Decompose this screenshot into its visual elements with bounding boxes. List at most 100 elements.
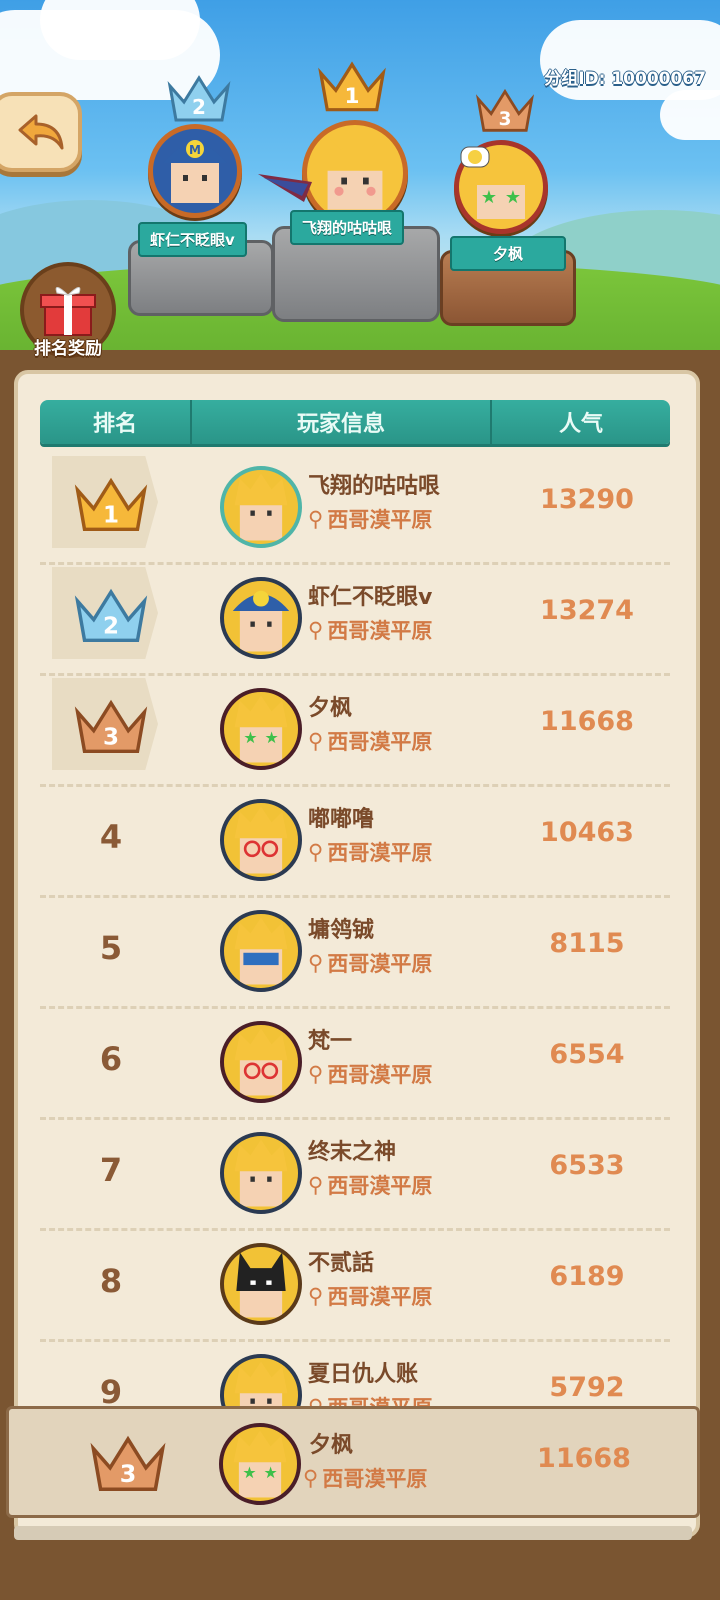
table-row[interactable]: 8 不贰話 ⚲ 西哥漠平原 6189 bbox=[40, 1231, 670, 1342]
table-row[interactable]: 6 梵一 ⚲ 西哥漠平原 6554 bbox=[40, 1009, 670, 1120]
player-name: 不贰話 bbox=[308, 1251, 375, 1276]
player-avatar[interactable] bbox=[220, 799, 302, 881]
rank-number: 5 bbox=[99, 929, 123, 967]
location-pin-icon: ⚲ bbox=[308, 618, 324, 642]
player-avatar[interactable] bbox=[220, 910, 302, 992]
location-pin-icon: ⚲ bbox=[303, 1466, 319, 1490]
player-location: ⚲西哥漠平原 bbox=[308, 615, 432, 645]
table-row[interactable]: 5 墉鸰铖 ⚲ 西哥漠平原 8115 bbox=[40, 898, 670, 1009]
location-text: 西哥漠平原 bbox=[327, 1285, 433, 1309]
svg-text:★: ★ bbox=[243, 728, 257, 747]
player-avatar[interactable]: ★ ★ bbox=[220, 688, 302, 770]
svg-text:2: 2 bbox=[103, 613, 119, 639]
third-place-name: 夕枫 bbox=[450, 236, 566, 271]
player-name: 墉鸰铖 bbox=[308, 918, 375, 943]
rank-number: 6 bbox=[99, 1040, 123, 1078]
svg-text:3: 3 bbox=[120, 1460, 137, 1488]
gold-crown-icon: 1 bbox=[316, 58, 388, 118]
my-avatar[interactable]: ★ ★ bbox=[219, 1423, 301, 1505]
my-location: ⚲ 西哥漠平原 bbox=[303, 1463, 427, 1493]
back-arrow-icon bbox=[18, 114, 64, 150]
player-avatar[interactable] bbox=[220, 577, 302, 659]
leaderboard-list: 1 飞翔的咕咕哏 ⚲ 西哥漠平原 13290 2 虾仁不眨眼v ⚲ 西哥漠平原 13… bbox=[40, 454, 670, 1453]
popularity-value: 13290 bbox=[540, 484, 634, 515]
table-header: 排名 玩家信息 人气 bbox=[40, 400, 670, 444]
popularity-value: 11668 bbox=[540, 706, 634, 737]
bronze-crown-icon: 3 bbox=[52, 678, 170, 774]
player-location: ⚲西哥漠平原 bbox=[308, 948, 432, 978]
player-name: 虾仁不眨眼v bbox=[308, 585, 433, 610]
location-pin-icon: ⚲ bbox=[308, 1173, 324, 1197]
my-name: 夕枫 bbox=[309, 1433, 354, 1458]
first-place-name: 飞翔的咕咕哏 bbox=[290, 210, 405, 245]
table-row[interactable]: 1 飞翔的咕咕哏 ⚲ 西哥漠平原 13290 bbox=[40, 454, 670, 565]
player-location: ⚲西哥漠平原 bbox=[308, 837, 432, 867]
player-avatar[interactable] bbox=[220, 1243, 302, 1325]
player-avatar[interactable] bbox=[220, 1132, 302, 1214]
location-text: 西哥漠平原 bbox=[322, 1467, 428, 1491]
back-button[interactable] bbox=[0, 92, 82, 172]
svg-text:★: ★ bbox=[242, 1463, 256, 1482]
ranking-reward-label: 排名奖励 bbox=[34, 339, 102, 359]
cloud bbox=[660, 90, 720, 140]
player-avatar[interactable] bbox=[220, 1021, 302, 1103]
blue-cap-hero-avatar[interactable]: M bbox=[148, 124, 242, 218]
location-text: 西哥漠平原 bbox=[327, 841, 433, 865]
gold-crown-icon: 1 bbox=[52, 456, 170, 552]
cloud bbox=[40, 0, 200, 60]
popularity-value: 6189 bbox=[549, 1261, 625, 1292]
location-text: 西哥漠平原 bbox=[327, 508, 433, 532]
table-row[interactable]: 7 终末之神 ⚲ 西哥漠平原 6533 bbox=[40, 1120, 670, 1231]
popularity-value: 6533 bbox=[549, 1150, 625, 1181]
rank-number: 7 bbox=[99, 1151, 123, 1189]
location-text: 西哥漠平原 bbox=[327, 1063, 433, 1087]
svg-text:1: 1 bbox=[345, 84, 360, 109]
silver-crown-icon: 2 bbox=[166, 72, 232, 128]
location-text: 西哥漠平原 bbox=[327, 730, 433, 754]
table-row[interactable]: 4 嘟嘟噜 ⚲ 西哥漠平原 10463 bbox=[40, 787, 670, 898]
location-pin-icon: ⚲ bbox=[308, 840, 324, 864]
player-name: 梵一 bbox=[308, 1029, 353, 1054]
player-name: 嘟嘟噜 bbox=[308, 807, 375, 832]
bronze-crown-icon: 3 bbox=[474, 86, 536, 138]
popularity-value: 8115 bbox=[549, 928, 625, 959]
player-name: 飞翔的咕咕哏 bbox=[308, 474, 441, 499]
player-location: ⚲西哥漠平原 bbox=[308, 1170, 432, 1200]
location-pin-icon: ⚲ bbox=[308, 1284, 324, 1308]
svg-text:★: ★ bbox=[481, 187, 497, 208]
location-pin-icon: ⚲ bbox=[308, 729, 324, 753]
popularity-value: 10463 bbox=[540, 817, 634, 848]
emoji-bubble-icon bbox=[460, 146, 490, 176]
popularity-value: 13274 bbox=[540, 595, 634, 626]
flying-cape-icon bbox=[256, 168, 320, 212]
panel-bottom-edge bbox=[14, 1526, 692, 1540]
player-location: ⚲西哥漠平原 bbox=[308, 1059, 432, 1089]
svg-text:1: 1 bbox=[103, 502, 119, 528]
rank-column-header: 排名 bbox=[40, 400, 192, 444]
location-pin-icon: ⚲ bbox=[308, 1062, 324, 1086]
location-text: 西哥漠平原 bbox=[327, 952, 433, 976]
player-name: 夕枫 bbox=[308, 696, 353, 721]
table-row[interactable]: 3 ★ ★ 夕枫 ⚲ 西哥漠平原 11668 bbox=[40, 676, 670, 787]
location-pin-icon: ⚲ bbox=[308, 507, 324, 531]
player-location: ⚲西哥漠平原 bbox=[308, 1281, 432, 1311]
location-text: 西哥漠平原 bbox=[327, 619, 433, 643]
svg-text:★: ★ bbox=[263, 1463, 277, 1482]
svg-text:2: 2 bbox=[192, 95, 206, 119]
second-place-name: 虾仁不眨眼v bbox=[138, 222, 247, 257]
rank-number: 8 bbox=[99, 1262, 123, 1300]
group-id-label: 分组ID: 10000067 bbox=[544, 69, 706, 89]
player-name: 终末之神 bbox=[308, 1140, 397, 1165]
popularity-value: 6554 bbox=[549, 1039, 625, 1070]
player-name: 夏日仇人账 bbox=[308, 1362, 419, 1387]
player-location: ⚲西哥漠平原 bbox=[308, 504, 432, 534]
svg-text:3: 3 bbox=[103, 724, 119, 750]
leaderboard-panel: 排名 玩家信息 人气 1 飞翔的咕咕哏 ⚲ 西哥漠平原 13290 2 虾仁不眨眼… bbox=[14, 370, 700, 1538]
my-rank-row[interactable]: 3 ★ ★ 夕枫 ⚲ 西哥漠平原 11668 bbox=[6, 1406, 700, 1518]
popularity-column-header: 人气 bbox=[558, 412, 603, 437]
table-row[interactable]: 2 虾仁不眨眼v ⚲ 西哥漠平原 13274 bbox=[40, 565, 670, 676]
svg-text:3: 3 bbox=[499, 109, 512, 130]
ranking-reward-button[interactable]: 排名奖励 bbox=[20, 262, 116, 383]
player-avatar[interactable] bbox=[220, 466, 302, 548]
player-info-column-header: 玩家信息 bbox=[192, 400, 492, 444]
